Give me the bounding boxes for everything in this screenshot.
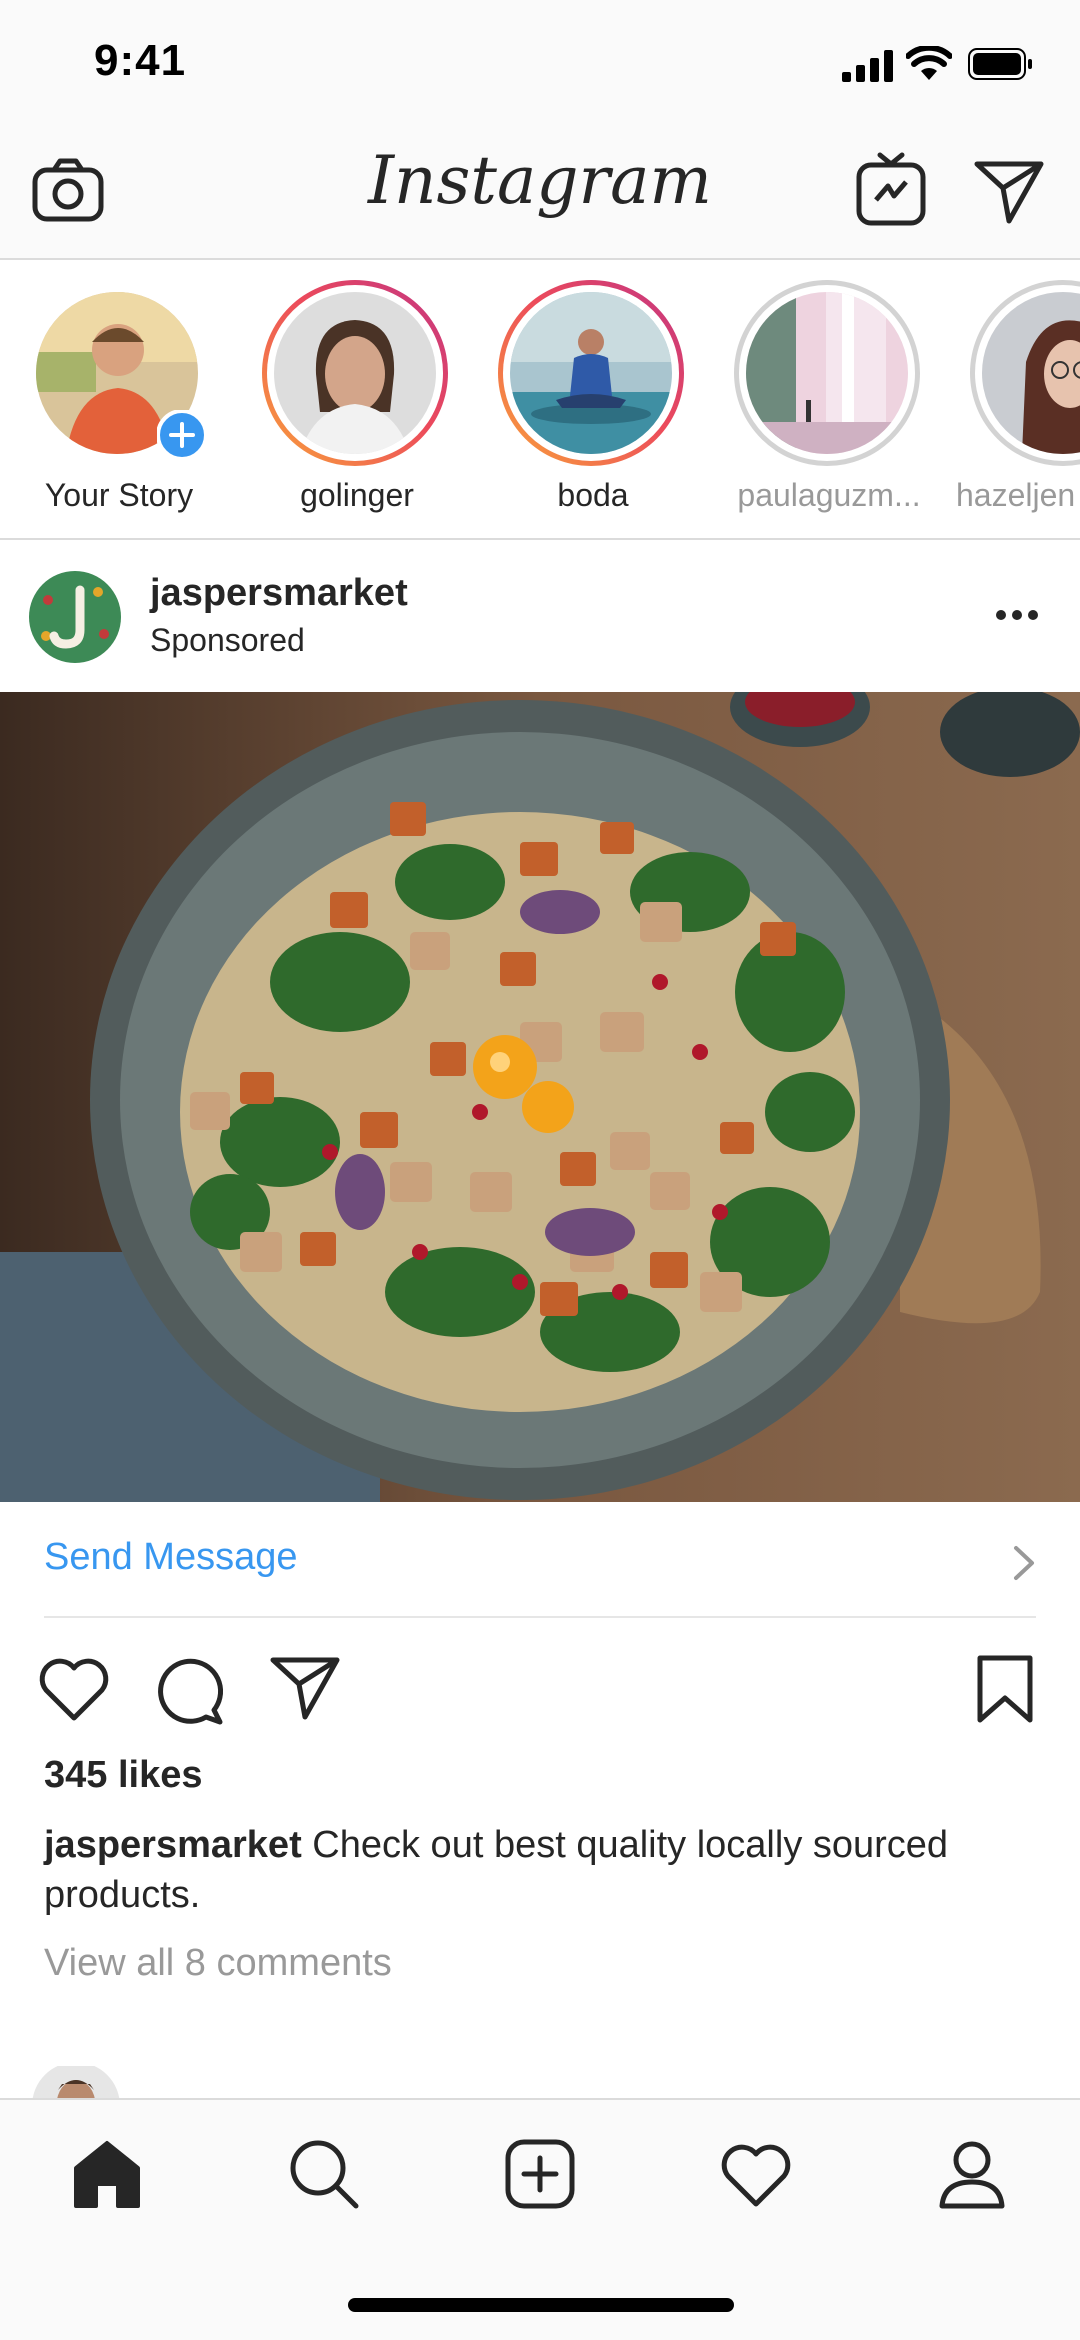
send-message-label[interactable]: Send Message <box>44 1536 298 1579</box>
wifi-icon <box>906 46 952 82</box>
divider <box>44 1616 1036 1618</box>
activity-heart-icon[interactable] <box>720 2142 792 2208</box>
share-icon[interactable] <box>270 1656 340 1720</box>
chevron-right-icon[interactable] <box>1012 1544 1036 1582</box>
story-username: hazeljen <box>956 477 1076 513</box>
post-caption: jaspersmarket Check out best quality loc… <box>44 1820 1034 1920</box>
add-story-icon[interactable] <box>157 410 207 460</box>
avatar <box>274 292 436 454</box>
avatar <box>510 292 672 454</box>
igtv-icon[interactable] <box>856 152 926 226</box>
story-username: golinger <box>300 477 414 513</box>
view-comments-link[interactable]: View all 8 comments <box>44 1942 392 1985</box>
more-options-icon[interactable] <box>994 608 1040 622</box>
avatar <box>746 292 908 454</box>
home-icon[interactable] <box>72 2140 142 2208</box>
story-username: paulaguzm... <box>737 477 921 513</box>
status-time: 9:41 <box>94 36 187 85</box>
story-username: boda <box>557 477 629 513</box>
bookmark-icon[interactable] <box>976 1654 1034 1724</box>
direct-message-icon[interactable] <box>974 160 1044 224</box>
like-heart-icon[interactable] <box>38 1656 110 1722</box>
cellular-signal-icon <box>842 50 894 82</box>
search-icon[interactable] <box>288 2138 360 2210</box>
post-image[interactable] <box>0 692 1080 1502</box>
comment-icon[interactable] <box>156 1656 226 1726</box>
battery-icon <box>968 48 1034 80</box>
like-count[interactable]: 345 likes <box>44 1754 202 1797</box>
caption-username[interactable]: jaspersmarket <box>44 1824 302 1866</box>
sponsored-label: Sponsored <box>150 622 305 658</box>
post-author-username[interactable]: jaspersmarket <box>150 572 408 615</box>
post-author-avatar[interactable] <box>28 570 122 664</box>
new-post-icon[interactable] <box>504 2138 576 2210</box>
profile-icon[interactable] <box>936 2138 1008 2210</box>
stories-tray: Your Story golinger boda paulaguzm... ha… <box>0 260 1080 540</box>
home-indicator <box>348 2298 734 2312</box>
post-header <box>0 540 1080 692</box>
story-username: Your Story <box>44 477 194 513</box>
